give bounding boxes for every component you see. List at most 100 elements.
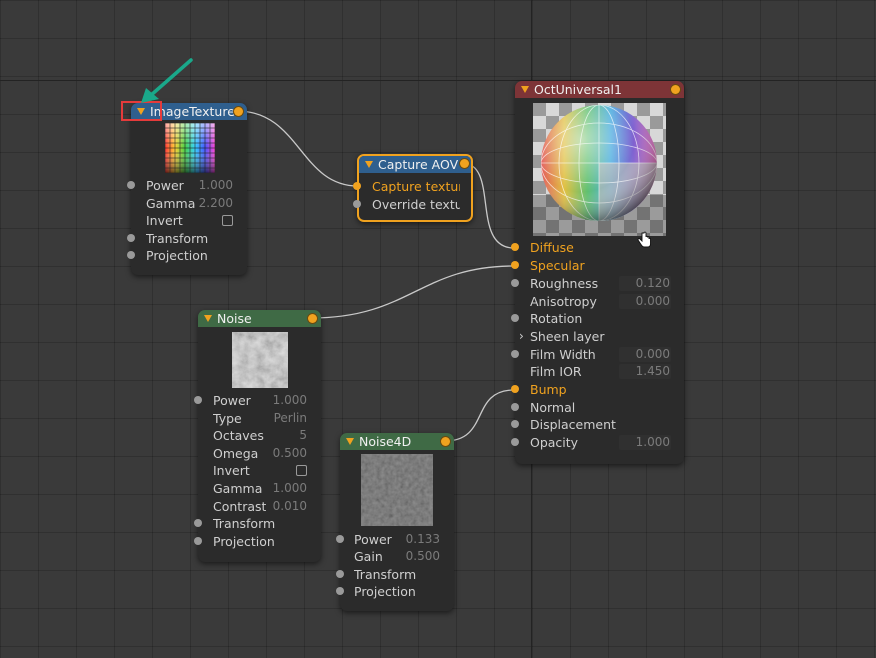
row-contrast[interactable]: Contrast 0.010 [198,497,321,515]
row-displacement[interactable]: Displacement [511,415,684,433]
input-pin[interactable] [336,570,344,578]
triangle-down-icon[interactable] [204,315,212,322]
input-pin[interactable] [511,438,519,446]
row-octaves[interactable]: Octaves 5 [198,426,321,444]
oct-universal-output-pin[interactable] [671,85,680,94]
row-value[interactable]: 0.133 [406,532,440,546]
noise4d-thumbnail [361,454,433,526]
input-pin[interactable] [511,385,519,393]
row-specular[interactable]: Specular [511,256,684,274]
row-gain[interactable]: Gain 0.500 [340,547,454,565]
row-type[interactable]: Type Perlin [198,409,321,427]
type-select[interactable]: Perlin [274,411,307,425]
row-label: Film IOR [530,363,582,379]
row-label: Specular [530,257,585,273]
row-invert[interactable]: Invert [198,461,321,479]
row-label: Contrast [213,498,267,514]
row-label: Anisotropy [530,293,597,309]
input-pin[interactable] [511,420,519,428]
input-pin[interactable] [336,587,344,595]
noise-title: Noise [217,311,252,326]
invert-checkbox[interactable] [296,464,307,476]
oct-universal-title: OctUniversal1 [534,82,622,97]
capture-aov-title: Capture AOV [378,157,459,172]
noise4d-node[interactable]: Noise4D Power 0.133 Gain 0.500 Transform… [336,433,454,611]
noise-thumbnail [232,332,288,388]
input-pin[interactable] [511,403,519,411]
row-value[interactable]: 0.500 [406,549,440,563]
oct-universal-node[interactable]: OctUniversal1 Diffuse Specular Roughness… [511,81,684,464]
row-transform[interactable]: Transform [336,565,454,583]
noise4d-output-pin[interactable] [441,437,450,446]
row-value[interactable]: 1.000 [273,481,307,495]
row-value[interactable]: 1.450 [636,364,670,378]
triangle-down-icon[interactable] [346,438,354,445]
capture-aov-header[interactable]: Capture AOV [359,156,471,173]
row-value[interactable]: 0.000 [636,347,670,361]
row-label: Diffuse [530,239,574,255]
input-pin[interactable] [194,519,202,527]
triangle-down-icon[interactable] [365,161,373,168]
row-transform[interactable]: Transform [194,514,321,532]
row-value[interactable]: 0.500 [273,446,307,460]
row-power[interactable]: Power 1.000 [194,391,321,409]
input-pin[interactable] [353,182,361,190]
row-film-width[interactable]: Film Width 0.000 [511,345,684,363]
input-pin[interactable] [194,537,202,545]
row-rotation[interactable]: Rotation [511,309,684,327]
input-pin[interactable] [511,261,519,269]
oct-universal-header[interactable]: OctUniversal1 [515,81,684,98]
capture-aov-node[interactable]: Capture AOV Capture texture Override tex… [353,154,473,222]
noise-output-pin[interactable] [308,314,317,323]
input-pin[interactable] [194,396,202,404]
row-anisotropy[interactable]: Anisotropy 0.000 [515,292,684,310]
row-value[interactable]: 0.120 [636,276,670,290]
row-label: Rotation [530,310,583,326]
input-pin[interactable] [511,314,519,322]
row-normal[interactable]: Normal [511,398,684,416]
row-projection[interactable]: Projection [194,532,321,550]
row-bump[interactable]: Bump [511,380,684,398]
input-pin[interactable] [511,243,519,251]
row-value[interactable]: 0.000 [636,294,670,308]
row-power[interactable]: Power 0.133 [336,530,454,548]
row-label: Type [213,410,242,426]
chevron-right-icon[interactable]: › [519,329,524,343]
capture-aov-output-pin[interactable] [460,159,469,168]
row-label: Sheen layer [530,328,605,344]
input-pin[interactable] [511,279,519,287]
input-pin[interactable] [511,350,519,358]
row-label: Film Width [530,346,596,362]
row-omega[interactable]: Omega 0.500 [198,444,321,462]
row-diffuse[interactable]: Diffuse [511,238,684,256]
row-label: Override texture [372,196,460,212]
row-sheen-layer[interactable]: › Sheen layer [515,327,684,345]
row-capture-texture[interactable]: Capture texture [353,177,471,195]
row-label: Transform [213,515,276,531]
row-projection[interactable]: Projection [336,582,454,600]
row-value[interactable]: 0.010 [273,499,307,513]
row-roughness[interactable]: Roughness 0.120 [511,274,684,292]
row-value[interactable]: 1.000 [636,435,670,449]
row-value[interactable]: 5 [299,428,307,442]
noise-header[interactable]: Noise [198,310,321,327]
row-film-ior[interactable]: Film IOR 1.450 [515,362,684,380]
noise4d-title: Noise4D [359,434,412,449]
input-pin[interactable] [336,535,344,543]
triangle-down-icon[interactable] [521,86,529,93]
material-preview [533,103,666,236]
noise-node[interactable]: Noise Power 1.000 Type Perlin Octaves 5 … [194,310,321,562]
row-gamma[interactable]: Gamma 1.000 [198,479,321,497]
row-label: Octaves [213,427,264,443]
row-value[interactable]: 1.000 [273,393,307,407]
row-opacity[interactable]: Opacity 1.000 [511,433,684,451]
row-override-texture[interactable]: Override texture [353,195,471,213]
row-label: Roughness [530,275,599,291]
row-label: Gain [354,548,383,564]
row-label: Omega [213,445,259,461]
row-label: Displacement [530,416,616,432]
noise4d-header[interactable]: Noise4D [340,433,454,450]
row-label: Invert [213,462,250,478]
row-label: Power [354,531,392,547]
input-pin[interactable] [353,200,361,208]
